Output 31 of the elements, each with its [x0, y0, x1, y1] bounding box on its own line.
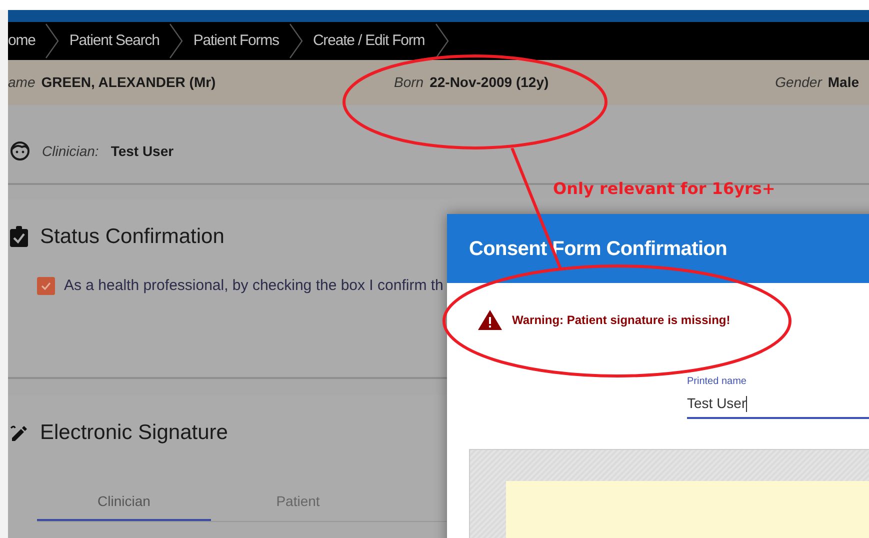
- signature-pen-icon: [10, 424, 28, 442]
- printed-name-field[interactable]: Printed name Test User: [687, 374, 869, 419]
- clinician-name: Test User: [110, 142, 174, 160]
- breadcrumb-link[interactable]: Patient Search: [69, 30, 160, 52]
- clinician-label: Clinician:: [42, 142, 99, 160]
- breadcrumb-link[interactable]: ome: [8, 30, 36, 52]
- chevron-icon: [169, 22, 184, 60]
- checkbox[interactable]: [37, 276, 55, 295]
- field-label: Gender: [775, 73, 822, 92]
- section-title: Electronic Signature: [40, 420, 228, 446]
- field-value: Test User: [687, 394, 748, 414]
- checkmark-icon: [40, 280, 52, 292]
- dialog-title: Consent Form Confirmation: [469, 236, 728, 262]
- section-title: Status Confirmation: [40, 224, 224, 250]
- field-value: Male: [828, 73, 859, 92]
- field-label: Born: [394, 73, 424, 92]
- signature-pad[interactable]: [469, 449, 869, 538]
- chevron-icon: [45, 22, 60, 60]
- breadcrumb-link[interactable]: Patient Forms: [193, 30, 279, 52]
- field-label: Printed name: [687, 375, 748, 389]
- field-label: ame: [8, 73, 36, 92]
- face-icon: [10, 141, 30, 161]
- chevron-icon: [288, 22, 303, 60]
- checkbox-label: As a health professional, by checking the box I confirm th: [64, 276, 444, 296]
- signature-area[interactable]: [506, 481, 869, 538]
- annotation-note: Only relevant for 16yrs+: [553, 178, 776, 200]
- field-value: GREEN, ALEXANDER (Mr): [41, 73, 216, 92]
- warning-message: Warning: Patient signature is missing!: [512, 312, 730, 329]
- field-value: 22-Nov-2009 (12y): [430, 73, 549, 92]
- breadcrumb-link[interactable]: Create / Edit Form: [312, 30, 425, 52]
- warning-icon: [478, 310, 502, 330]
